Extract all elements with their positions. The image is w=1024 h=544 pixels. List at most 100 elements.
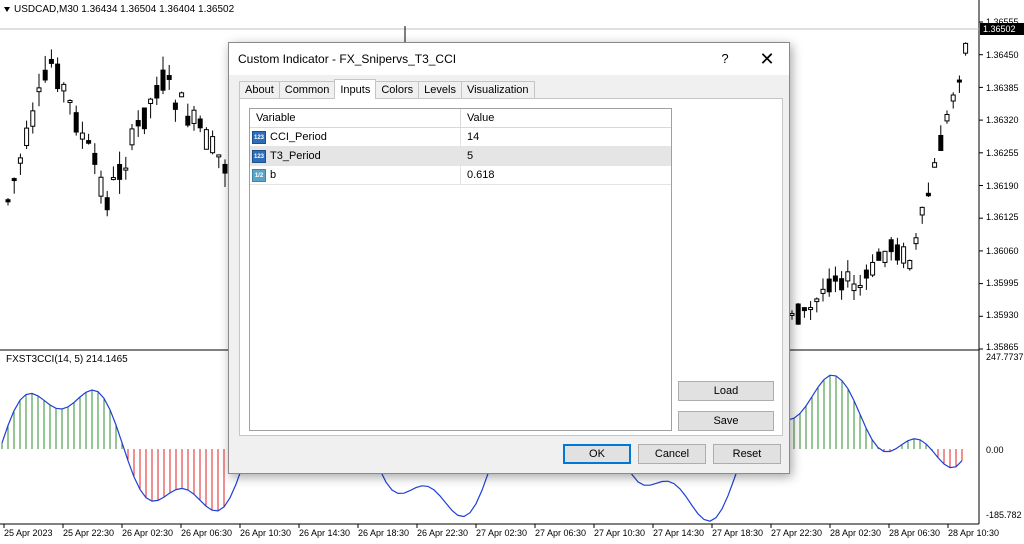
price-axis-label: 1.35865 <box>986 342 1019 352</box>
dialog-titlebar[interactable]: Custom Indicator - FX_Snipervs_T3_CCI ? … <box>229 43 789 75</box>
variable-name: b <box>270 169 277 181</box>
candle-body <box>210 136 216 154</box>
candle-body <box>191 109 197 124</box>
double-type-icon: 1/2 <box>252 168 266 182</box>
tab-strip: About Common Inputs Colors Levels Visual… <box>239 79 535 99</box>
price-axis-label: 1.35995 <box>986 278 1019 288</box>
candle-body <box>135 120 141 127</box>
candle-body <box>876 251 882 261</box>
time-axis-label: 27 Apr 10:30 <box>594 528 646 538</box>
candle-body <box>919 206 925 216</box>
time-axis-label: 27 Apr 18:30 <box>712 528 764 538</box>
table-row[interactable]: 123 CCI_Period 14 <box>250 128 671 147</box>
candle-body <box>857 285 863 289</box>
price-axis-label: 1.36190 <box>986 181 1019 191</box>
candle-body <box>154 85 160 99</box>
time-axis-label: 26 Apr 10:30 <box>240 528 292 538</box>
save-button[interactable]: Save <box>678 411 774 431</box>
candle-body <box>820 288 826 294</box>
time-axis-label: 25 Apr 22:30 <box>63 528 115 538</box>
table-row[interactable]: 123 T3_Period 5 <box>250 147 671 166</box>
candle-body <box>92 152 98 165</box>
price-axis-label: 1.36060 <box>986 246 1019 256</box>
candle-body <box>950 94 956 102</box>
candle-body <box>11 178 17 182</box>
time-axis-label: 27 Apr 14:30 <box>653 528 705 538</box>
dropdown-arrow-icon[interactable] <box>4 6 10 12</box>
price-axis-label: 1.36320 <box>986 115 1019 125</box>
value-cell[interactable]: 0.618 <box>461 166 671 184</box>
candle-body <box>42 69 48 81</box>
indicator-axis-label: -185.782 <box>986 510 1022 520</box>
candle-body <box>48 58 54 64</box>
tab-visualization[interactable]: Visualization <box>460 81 535 99</box>
close-icon[interactable]: ✕ <box>755 48 779 70</box>
variable-cell: 1/2 b <box>250 166 461 184</box>
candle-body <box>185 115 191 126</box>
integer-type-icon: 123 <box>252 149 266 163</box>
value-cell[interactable]: 5 <box>461 147 671 165</box>
indicator-axis-label: 247.7737 <box>986 352 1024 362</box>
reset-button[interactable]: Reset <box>713 444 781 464</box>
value-cell[interactable]: 14 <box>461 128 671 146</box>
variable-name: CCI_Period <box>270 131 327 143</box>
candle-body <box>5 199 11 203</box>
cancel-button[interactable]: Cancel <box>638 444 706 464</box>
candle-body <box>944 113 950 122</box>
inputs-table[interactable]: Variable Value 123 CCI_Period 14 123 T3_Pe… <box>249 108 672 431</box>
tab-colors[interactable]: Colors <box>375 81 420 99</box>
price-axis-label: 1.36385 <box>986 83 1019 93</box>
candle-body <box>73 112 79 133</box>
candle-body <box>801 307 807 312</box>
table-row[interactable]: 1/2 b 0.618 <box>250 166 671 185</box>
column-header-value[interactable]: Value <box>461 109 671 127</box>
candle-body <box>17 157 23 164</box>
candle-body <box>79 132 85 140</box>
candle-body <box>956 79 962 83</box>
candle-body <box>55 63 61 90</box>
candle-body <box>30 110 36 127</box>
tab-about[interactable]: About <box>239 81 280 99</box>
candle-body <box>117 163 123 180</box>
variable-cell: 123 CCI_Period <box>250 128 461 146</box>
candle-body <box>808 307 814 311</box>
variable-name: T3_Period <box>270 150 321 162</box>
candle-body <box>36 87 42 93</box>
time-axis-label: 27 Apr 02:30 <box>476 528 528 538</box>
candle-body <box>24 127 30 147</box>
tab-common[interactable]: Common <box>278 81 336 99</box>
candle-body <box>222 163 228 174</box>
candle-body <box>216 154 222 158</box>
tab-levels[interactable]: Levels <box>418 81 462 99</box>
help-button[interactable]: ? <box>715 49 735 69</box>
candle-body <box>938 134 944 152</box>
candle-body <box>98 176 104 197</box>
candle-body <box>925 192 931 197</box>
candle-body <box>203 129 209 150</box>
time-axis-label: 28 Apr 02:30 <box>830 528 882 538</box>
candle-body <box>826 278 832 293</box>
tab-inputs[interactable]: Inputs <box>334 79 377 99</box>
dialog-title: Custom Indicator - FX_Snipervs_T3_CCI <box>238 52 457 66</box>
custom-indicator-dialog[interactable]: Custom Indicator - FX_Snipervs_T3_CCI ? … <box>228 42 790 474</box>
candle-body <box>845 271 851 282</box>
candle-body <box>882 250 888 263</box>
candle-body <box>166 75 172 80</box>
candle-body <box>179 92 185 98</box>
ok-button[interactable]: OK <box>563 444 631 464</box>
candle-body <box>197 118 203 129</box>
load-button[interactable]: Load <box>678 381 774 401</box>
candle-body <box>901 246 907 264</box>
indicator-title: FXST3CCI(14, 5) 214.1465 <box>6 354 128 365</box>
candle-body <box>888 239 894 253</box>
time-axis-label: 28 Apr 10:30 <box>948 528 1000 538</box>
candle-body <box>789 312 795 316</box>
candle-body <box>814 298 820 303</box>
column-header-variable[interactable]: Variable <box>250 109 461 127</box>
candle-body <box>148 98 154 104</box>
candle-body <box>110 177 116 181</box>
candle-body <box>67 100 73 104</box>
candle-body <box>932 162 938 168</box>
price-axis-label: 1.36555 <box>986 17 1019 27</box>
time-axis-label: 26 Apr 06:30 <box>181 528 233 538</box>
